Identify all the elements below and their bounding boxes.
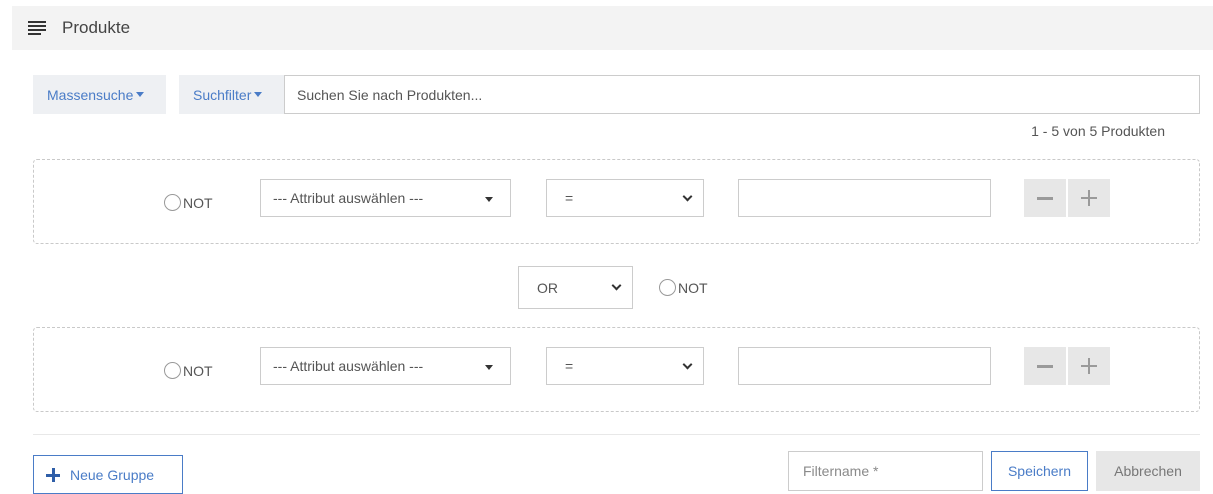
not-label: NOT	[183, 194, 213, 211]
mass-search-label: Massensuche	[47, 86, 134, 103]
filter-group: NOT --- Attribut auswählen --- =	[33, 159, 1200, 244]
caret-down-icon	[136, 92, 145, 97]
chevron-down-icon	[682, 191, 693, 202]
remove-condition-button[interactable]	[1024, 179, 1066, 217]
add-condition-button[interactable]	[1068, 347, 1110, 385]
page-title: Produkte	[62, 18, 131, 37]
connector-value: OR	[537, 279, 558, 296]
page-header: Produkte	[12, 6, 1213, 50]
checkbox-icon[interactable]	[164, 194, 181, 211]
operator-select[interactable]: =	[546, 347, 704, 385]
minus-icon	[1037, 364, 1053, 368]
mass-search-dropdown[interactable]: Massensuche	[33, 75, 166, 114]
operator-select[interactable]: =	[546, 179, 704, 217]
operator-select-value: =	[565, 358, 574, 374]
chevron-down-icon	[682, 359, 693, 370]
filter-group: NOT --- Attribut auswählen --- =	[33, 327, 1200, 412]
value-input[interactable]	[738, 347, 991, 385]
plus-icon	[1081, 190, 1097, 206]
attribute-select[interactable]: --- Attribut auswählen ---	[260, 347, 511, 385]
search-filter-dropdown[interactable]: Suchfilter	[179, 75, 284, 114]
attribute-select[interactable]: --- Attribut auswählen ---	[260, 179, 511, 217]
remove-condition-button[interactable]	[1024, 347, 1066, 385]
filter-name-input[interactable]	[788, 451, 983, 491]
search-bar: Massensuche Suchfilter	[33, 75, 1200, 114]
cancel-button[interactable]: Abbrechen	[1096, 451, 1200, 491]
group-connector-select[interactable]: OR	[518, 266, 633, 309]
search-input[interactable]	[284, 75, 1200, 114]
not-label: NOT	[183, 362, 213, 379]
caret-down-icon	[254, 92, 263, 97]
caret-down-icon	[485, 197, 493, 202]
minus-icon	[1037, 196, 1053, 200]
divider	[33, 434, 1200, 435]
checkbox-icon[interactable]	[659, 279, 676, 296]
new-group-button[interactable]: Neue Gruppe	[33, 455, 183, 494]
plus-icon	[46, 467, 60, 482]
caret-down-icon	[485, 365, 493, 370]
save-button[interactable]: Speichern	[991, 451, 1088, 491]
checkbox-icon[interactable]	[164, 362, 181, 379]
not-checkbox[interactable]: NOT	[164, 194, 213, 211]
not-checkbox[interactable]: NOT	[164, 362, 213, 379]
attribute-select-value: --- Attribut auswählen ---	[273, 358, 424, 374]
plus-icon	[1081, 358, 1097, 374]
not-label: NOT	[678, 279, 708, 296]
menu-lines-icon[interactable]	[28, 21, 46, 35]
operator-select-value: =	[565, 190, 574, 206]
search-filter-label: Suchfilter	[193, 86, 252, 103]
add-condition-button[interactable]	[1068, 179, 1110, 217]
new-group-label: Neue Gruppe	[70, 466, 155, 483]
connector-not-checkbox[interactable]: NOT	[659, 279, 708, 296]
attribute-select-value: --- Attribut auswählen ---	[273, 190, 424, 206]
value-input[interactable]	[738, 179, 991, 217]
result-count: 1 - 5 von 5 Produkten	[1031, 123, 1165, 139]
chevron-down-icon	[611, 280, 622, 291]
page: Produkte Massensuche Suchfilter 1 - 5 vo…	[0, 0, 1213, 494]
